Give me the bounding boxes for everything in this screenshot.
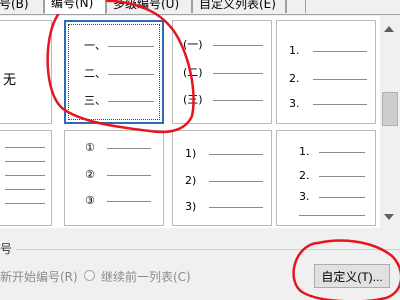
gallery-item-circled[interactable]: ① ② ③: [64, 130, 164, 226]
list-item: ①: [85, 141, 161, 155]
section-label: 号: [0, 242, 13, 256]
gallery-item-arabic-paren[interactable]: 1) 2) 3): [172, 130, 272, 226]
continue-previous-option[interactable]: 继续前一列表(C): [101, 268, 191, 285]
tab-custom-list[interactable]: 自定义列表(E): [192, 0, 286, 13]
list-item: 1): [185, 147, 269, 161]
gallery-item-chinese[interactable]: 一、 二、 三、: [64, 20, 164, 124]
list-item: 三、: [84, 94, 160, 108]
numbering-gallery: 无 一、 二、 三、 (一) (二) (三) 1. 2. 3. ① ② ③ 1)…: [0, 16, 380, 228]
section-divider: [16, 249, 400, 250]
list-item: (二): [183, 66, 269, 80]
continue-radio[interactable]: [84, 270, 95, 281]
tab-bullets[interactable]: 号(B): [0, 0, 44, 13]
scroll-down-icon[interactable]: [384, 214, 394, 220]
list-item: ②: [85, 168, 161, 182]
list-item: (三): [183, 93, 269, 107]
list-item: ③: [85, 194, 161, 208]
gallery-item-none[interactable]: 无: [0, 20, 52, 124]
tab-numbering[interactable]: 编号(N): [44, 0, 106, 14]
restart-numbering-option[interactable]: 新开始编号(R): [0, 268, 78, 285]
customize-button[interactable]: 自定义(T)...: [314, 264, 390, 288]
tab-bar: 号(B) 编号(N) 多级编号(U) 自定义列表(E): [0, 0, 400, 15]
list-item: 1.: [289, 44, 373, 58]
list-item: 2): [185, 174, 269, 188]
list-item: 1.: [299, 145, 373, 159]
scroll-up-icon[interactable]: [384, 26, 394, 32]
list-item: 2.: [289, 72, 373, 86]
gallery-item-arabic-dot[interactable]: 1. 2. 3.: [276, 20, 376, 124]
list-item: 3.: [299, 190, 373, 204]
none-label: 无: [3, 73, 17, 88]
gallery-item-paren-chinese[interactable]: (一) (二) (三): [172, 20, 272, 124]
gallery-item-partial[interactable]: [0, 130, 52, 226]
gallery-scrollbar[interactable]: [380, 16, 400, 228]
list-item: 3.: [289, 97, 373, 111]
list-item: 一、: [84, 39, 160, 53]
tab-multilevel[interactable]: 多级编号(U): [106, 0, 192, 13]
gallery-item-arabic-dot-2[interactable]: 1. 2. 3.: [276, 130, 376, 226]
scroll-thumb[interactable]: [382, 92, 398, 126]
list-item: 2.: [299, 169, 373, 183]
tab-overflow[interactable]: [286, 0, 306, 13]
list-item: 二、: [84, 67, 160, 81]
list-item: 3): [185, 200, 269, 214]
list-item: (一): [183, 38, 269, 52]
